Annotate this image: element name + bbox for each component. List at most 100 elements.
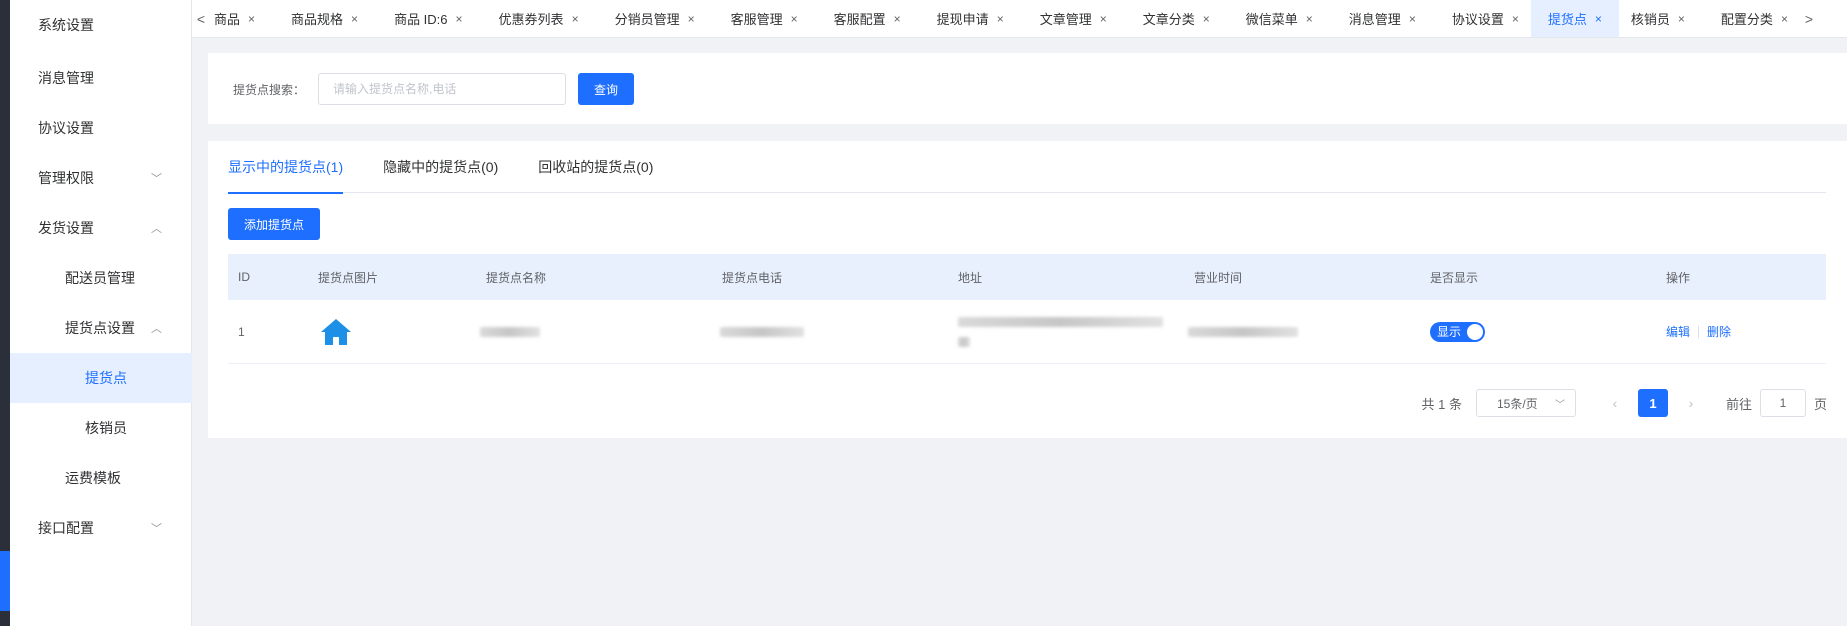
house-icon	[320, 300, 352, 363]
page-size-select[interactable]: 15条/页 ﹀	[1475, 389, 1576, 417]
sidebar-item-freight-template[interactable]: 运费模板	[10, 453, 192, 503]
close-icon[interactable]: ×	[248, 12, 255, 26]
sidebar-item-verifier[interactable]: 核销员	[10, 403, 192, 453]
tab-customer-service[interactable]: 客服管理 ×	[707, 0, 810, 37]
sidebar-item-label: 消息管理	[38, 70, 94, 86]
row-phone-redacted	[720, 300, 804, 363]
close-icon[interactable]: ×	[1409, 12, 1416, 26]
tab-product[interactable]: 商品 ×	[210, 0, 267, 37]
sidebar-item-label: 协议设置	[38, 120, 94, 136]
sidebar-item-api-config[interactable]: 接口配置 ﹀	[10, 503, 192, 553]
close-icon[interactable]: ×	[1512, 12, 1519, 26]
tab-wechat-menu[interactable]: 微信菜单 ×	[1222, 0, 1325, 37]
close-icon[interactable]: ×	[1781, 12, 1788, 26]
close-icon[interactable]: ×	[894, 12, 901, 26]
sidebar-item-label: 系统设置	[38, 17, 94, 33]
table-row: 1 显示 编辑 删除	[228, 300, 1826, 364]
left-edge-strip	[0, 0, 10, 626]
visibility-toggle[interactable]: 显示	[1430, 321, 1485, 342]
sidebar-item-agreement-settings[interactable]: 协议设置	[10, 103, 192, 153]
sidebar-item-pickup-settings[interactable]: 提货点设置 ︿	[10, 303, 192, 353]
add-pickup-point-button[interactable]: 添加提货点	[228, 208, 320, 240]
tab-label: 优惠券列表	[498, 12, 564, 27]
tab-verifier[interactable]: 核销员 ×	[1619, 0, 1697, 37]
sidebar-item-pickup-point[interactable]: 提货点	[10, 353, 192, 403]
sidebar-item-courier-management[interactable]: 配送员管理	[10, 253, 192, 303]
tabs-prev-icon[interactable]: <	[192, 0, 210, 37]
close-icon[interactable]: ×	[997, 12, 1004, 26]
pagination-total: 共 1 条	[1421, 396, 1462, 412]
next-page-icon[interactable]: ›	[1676, 389, 1706, 417]
column-header-phone: 提货点电话	[722, 270, 783, 285]
tab-label: 提现申请	[936, 12, 989, 27]
chevron-up-icon: ︿	[151, 323, 162, 335]
tab-article-category[interactable]: 文章分类 ×	[1119, 0, 1222, 37]
row-visible: 显示	[1430, 300, 1485, 363]
sidebar-item-label: 核销员	[85, 420, 127, 436]
tab-recycle-bin-pickup-points[interactable]: 回收站的提货点(0)	[538, 141, 653, 193]
tab-article-management[interactable]: 文章管理 ×	[1016, 0, 1119, 37]
sidebar-item-system-settings[interactable]: 系统设置	[10, 0, 192, 50]
close-icon[interactable]: ×	[1100, 12, 1107, 26]
pickup-table: ID 提货点图片 提货点名称 提货点电话 地址 营业时间 是否显示 操作 1 显…	[228, 254, 1826, 364]
row-id: 1	[238, 324, 245, 339]
close-icon[interactable]: ×	[572, 12, 579, 26]
sidebar-item-label: 配送员管理	[65, 270, 135, 286]
sidebar: 系统设置 消息管理 协议设置 管理权限 ﹀ 发货设置 ︿ 配送员管理 提货点设置 ︿ …	[10, 0, 192, 626]
sidebar-item-shipping-settings[interactable]: 发货设置 ︿	[10, 203, 192, 253]
row-address-redacted	[958, 300, 1163, 363]
pagination: 共 1 条 15条/页 ﹀ ‹ 1 › 前往 页	[1421, 389, 1827, 417]
tab-label: 商品 ID:6	[394, 12, 448, 27]
query-button[interactable]: 查询	[578, 73, 634, 105]
tab-hidden-pickup-points[interactable]: 隐藏中的提货点(0)	[383, 141, 498, 193]
goto-suffix: 页	[1813, 396, 1827, 412]
tab-label: 商品规格	[291, 12, 344, 27]
tab-agreement-settings[interactable]: 协议设置 ×	[1428, 0, 1531, 37]
close-icon[interactable]: ×	[1595, 12, 1602, 26]
tab-message-management[interactable]: 消息管理 ×	[1325, 0, 1428, 37]
tab-label: 微信菜单	[1245, 12, 1298, 27]
column-header-name: 提货点名称	[486, 270, 547, 285]
tab-label: 商品	[214, 12, 241, 27]
column-header-id: ID	[238, 270, 250, 284]
sidebar-item-message-management[interactable]: 消息管理	[10, 53, 192, 103]
row-actions: 编辑 删除	[1666, 300, 1731, 363]
close-icon[interactable]: ×	[1203, 12, 1210, 26]
edit-link[interactable]: 编辑	[1666, 323, 1690, 340]
prev-page-icon[interactable]: ‹	[1600, 389, 1630, 417]
tab-product-id[interactable]: 商品 ID:6 ×	[370, 0, 474, 37]
page-tabs: 显示中的提货点(1) 隐藏中的提货点(0) 回收站的提货点(0)	[228, 141, 1826, 194]
close-icon[interactable]: ×	[1678, 12, 1685, 26]
tab-label: 配置分类	[1720, 12, 1773, 27]
chevron-down-icon: ﹀	[1554, 399, 1565, 411]
tabs-bar: < 商品 × 商品规格 × 商品 ID:6 × 优惠券列表 × 分销员管理 × 客服管理 ×…	[192, 0, 1847, 38]
sidebar-item-permissions[interactable]: 管理权限 ﹀	[10, 153, 192, 203]
tabs-next-icon[interactable]: >	[1800, 0, 1818, 37]
close-icon[interactable]: ×	[351, 12, 358, 26]
tab-config-category[interactable]: 配置分类 ×	[1697, 0, 1800, 37]
search-panel: 提货点搜索： 查询	[208, 53, 1847, 124]
tab-pickup-point[interactable]: 提货点 ×	[1530, 0, 1619, 37]
goto-page-input[interactable]	[1759, 389, 1806, 417]
tab-withdrawal[interactable]: 提现申请 ×	[913, 0, 1016, 37]
close-icon[interactable]: ×	[688, 12, 695, 26]
search-label: 提货点搜索：	[233, 83, 306, 97]
close-icon[interactable]: ×	[791, 12, 798, 26]
row-hours-redacted	[1188, 300, 1298, 363]
tab-product-spec[interactable]: 商品规格 ×	[267, 0, 370, 37]
tab-distributor[interactable]: 分销员管理 ×	[591, 0, 707, 37]
delete-link[interactable]: 删除	[1707, 323, 1731, 340]
tab-visible-pickup-points[interactable]: 显示中的提货点(1)	[228, 141, 344, 194]
close-icon[interactable]: ×	[1306, 12, 1313, 26]
tab-label: 核销员	[1630, 12, 1670, 27]
table-header: ID 提货点图片 提货点名称 提货点电话 地址 营业时间 是否显示 操作	[228, 254, 1826, 300]
column-header-actions: 操作	[1666, 270, 1691, 285]
column-header-visible: 是否显示	[1430, 270, 1479, 285]
tab-service-config[interactable]: 客服配置 ×	[810, 0, 913, 37]
page-size-value: 15条/页	[1496, 396, 1538, 411]
tab-label: 客服配置	[833, 12, 886, 27]
search-input[interactable]	[318, 73, 566, 105]
current-page-button[interactable]: 1	[1637, 389, 1668, 417]
tab-coupon-list[interactable]: 优惠券列表 ×	[475, 0, 591, 37]
close-icon[interactable]: ×	[456, 12, 463, 26]
